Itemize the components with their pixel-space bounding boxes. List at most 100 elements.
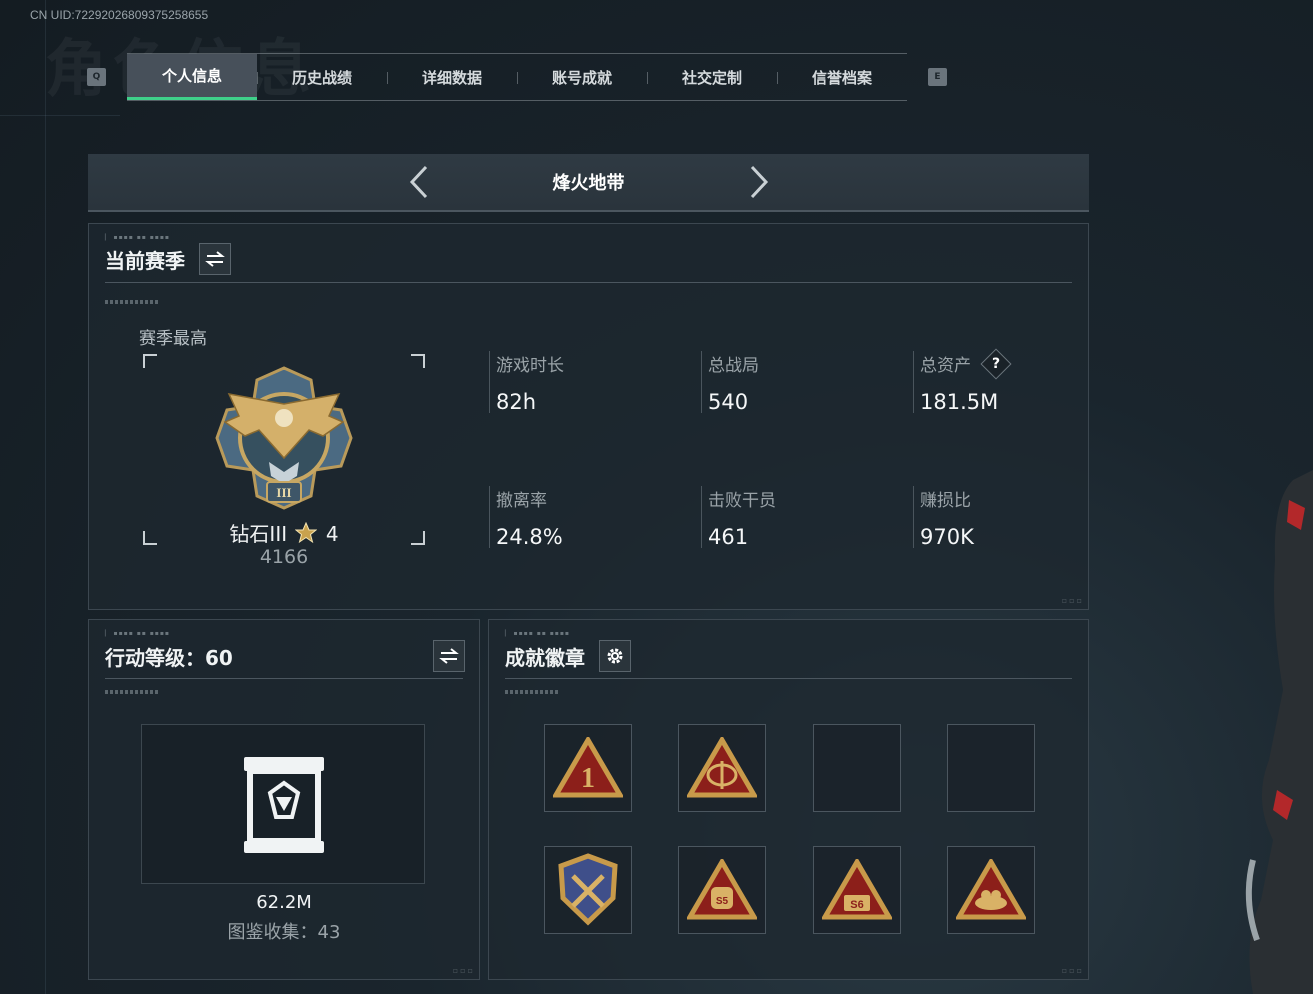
stat-label: 撤离率 [496, 491, 547, 511]
rank-name: 钻石III 4 [209, 518, 359, 547]
next-mode-button[interactable] [739, 162, 779, 202]
frame-corner [411, 531, 425, 545]
season-title: 当前赛季 [105, 248, 185, 273]
rank-1-badge-icon: 1 [553, 737, 623, 798]
crossed-shield-badge-icon [558, 853, 618, 926]
bg-grid-line [0, 115, 120, 116]
panel-decoration: ▏ ▪▪▪▪ ▪▪ ▪▪▪▪ [105, 234, 170, 241]
header-divider [505, 678, 1072, 679]
panel-decoration: ▏ ▪▪▪▪ ▪▪ ▪▪▪▪ [105, 630, 170, 637]
panel-decoration: ▫▫▫ [1061, 966, 1084, 975]
tab-account-achievements[interactable]: 账号成就 [517, 54, 647, 100]
s6-badge-icon: S6 [822, 859, 892, 920]
frame-corner [143, 531, 157, 545]
s5-backpack-badge-icon: S5 [687, 859, 757, 920]
svg-text:S6: S6 [850, 899, 863, 911]
stat-play-time: 游戏时长 82h [489, 351, 564, 414]
collection-count: 图鉴收集：43 [227, 922, 341, 943]
svg-text:III: III [276, 485, 291, 500]
badge-settings-button[interactable] [599, 640, 631, 672]
prev-mode-button[interactable] [399, 162, 439, 202]
e-key-hint[interactable]: E [928, 68, 947, 86]
stat-label: 游戏时长 [496, 356, 564, 376]
stat-value: 82h [496, 390, 537, 414]
header-dash [505, 690, 559, 694]
stat-label: 总资产 [920, 356, 971, 376]
season-panel: ▏ ▪▪▪▪ ▪▪ ▪▪▪▪ 当前赛季 赛季最高 III 钻石III 4 416… [88, 223, 1089, 610]
badge-slot[interactable]: 1 [544, 724, 632, 812]
swap-icon [205, 251, 225, 267]
badge-slot[interactable] [678, 724, 766, 812]
stat-value: 24.8% [496, 525, 563, 549]
stat-label: 总战局 [708, 356, 759, 376]
season-header: 当前赛季 [105, 243, 231, 275]
badge-slot[interactable] [947, 846, 1035, 934]
bg-grid-line [45, 0, 46, 994]
stat-total-assets: 总资产 ? 181.5M [913, 347, 1012, 414]
player-uid: CN UID:72292026809375258655 [30, 8, 209, 22]
stat-label-row: 总资产 ? [920, 347, 1012, 380]
stat-value: 181.5M [920, 390, 999, 414]
chevron-right-icon [750, 165, 768, 199]
rank-stars: 4 [325, 522, 339, 546]
switch-season-button[interactable] [199, 243, 231, 275]
header-dash [105, 690, 159, 694]
frame-corner [143, 354, 157, 368]
chevron-left-icon [409, 165, 427, 199]
badges-header: 成就徽章 [505, 640, 631, 672]
season-best-label: 赛季最高 [139, 329, 207, 349]
mode-name: 烽火地带 [552, 173, 625, 194]
rank-tier: 钻石III [229, 522, 288, 546]
swap-icon [439, 648, 459, 664]
question-icon: ? [991, 355, 1001, 372]
stat-value: 461 [708, 525, 749, 549]
stat-operators-defeated: 击败干员 461 [701, 486, 776, 549]
stat-total-matches: 总战局 540 [701, 351, 759, 414]
header-divider [105, 678, 463, 679]
panel-decoration: ▫▫▫ [452, 966, 475, 975]
badge-slot[interactable]: S5 [678, 846, 766, 934]
tab-reputation-profile[interactable]: 信誉档案 [777, 54, 907, 100]
switch-level-button[interactable] [433, 640, 465, 672]
header-divider [105, 282, 1072, 283]
nest-badge-icon [956, 859, 1026, 920]
frame-corner [411, 354, 425, 368]
badge-slot[interactable] [544, 846, 632, 934]
globe-badge-icon [687, 737, 757, 798]
stat-value: 970K [920, 525, 974, 549]
header-dash [105, 300, 159, 304]
stat-extraction-rate: 撤离率 24.8% [489, 486, 563, 549]
svg-text:S5: S5 [716, 896, 729, 907]
rank-score: 4166 [259, 546, 309, 568]
diamond-rank-emblem-icon: III [215, 366, 353, 510]
level-title: 行动等级：60 [105, 645, 233, 670]
collection-display[interactable] [141, 724, 425, 884]
tab-bar: 个人信息 历史战绩 详细数据 账号成就 社交定制 信誉档案 [127, 53, 907, 101]
stat-profit-loss: 赚损比 970K [913, 486, 974, 549]
stat-value: 540 [708, 390, 749, 414]
panel-decoration: ▏ ▪▪▪▪ ▪▪ ▪▪▪▪ [505, 630, 570, 637]
star-icon [295, 521, 318, 544]
tab-match-history[interactable]: 历史战绩 [257, 54, 387, 100]
character-model [1245, 470, 1313, 994]
q-key-hint[interactable]: Q [87, 68, 106, 86]
stat-label: 击败干员 [708, 491, 776, 511]
badge-slot[interactable]: S6 [813, 846, 901, 934]
panel-decoration: ▫▫▫ [1061, 596, 1084, 605]
level-header: 行动等级：60 [105, 640, 465, 672]
badges-panel: ▏ ▪▪▪▪ ▪▪ ▪▪▪▪ 成就徽章 1 S5 S6 ▫▫▫ [488, 619, 1089, 980]
mode-selector: 烽火地带 [88, 154, 1089, 212]
help-button[interactable]: ? [980, 347, 1012, 380]
tab-personal-info[interactable]: 个人信息 [127, 54, 257, 100]
badge-slot-empty[interactable] [813, 724, 901, 812]
svg-text:1: 1 [581, 763, 595, 794]
stat-label: 赚损比 [920, 491, 971, 511]
collection-value: 62.2M [256, 892, 312, 913]
badge-slot-empty[interactable] [947, 724, 1035, 812]
level-panel: ▏ ▪▪▪▪ ▪▪ ▪▪▪▪ 行动等级：60 62.2M 图鉴收集：43 ▫▫▫ [88, 619, 480, 980]
gear-icon [607, 648, 623, 664]
collection-case-icon [244, 757, 324, 853]
tab-social-customization[interactable]: 社交定制 [647, 54, 777, 100]
badges-title: 成就徽章 [505, 645, 585, 670]
tab-detailed-data[interactable]: 详细数据 [387, 54, 517, 100]
